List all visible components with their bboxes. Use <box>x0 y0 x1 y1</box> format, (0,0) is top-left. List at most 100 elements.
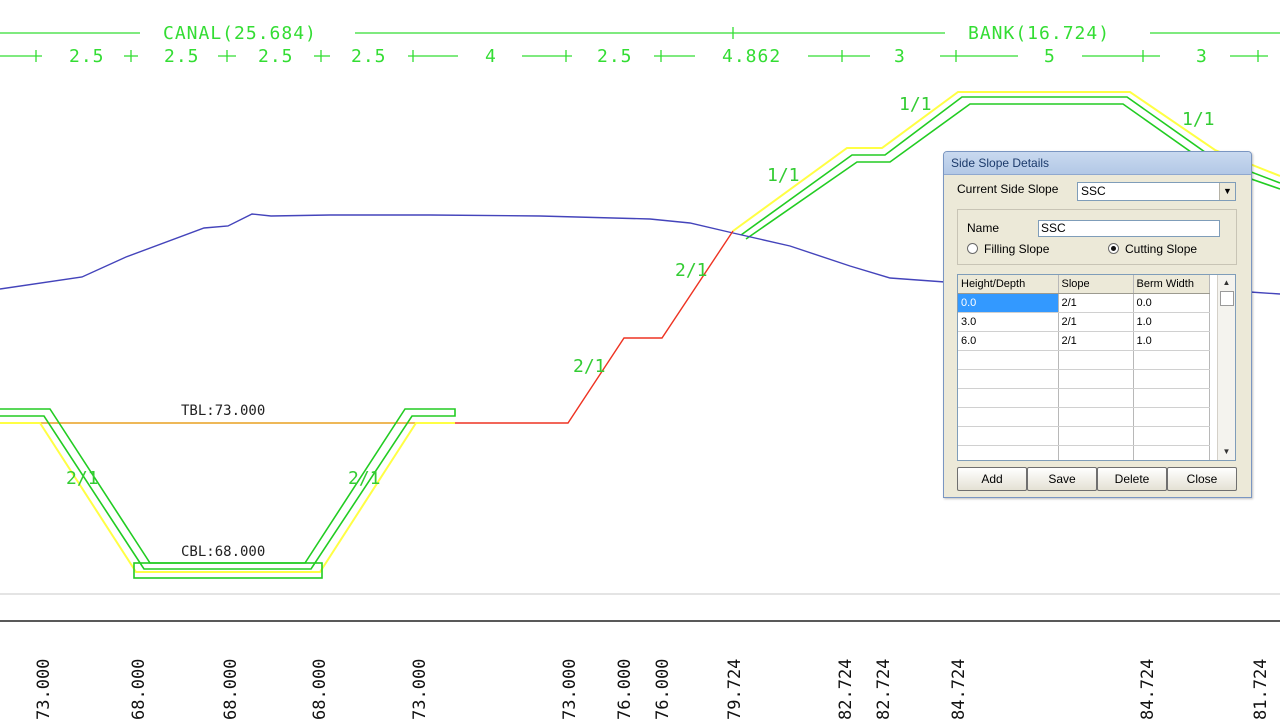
table-row[interactable] <box>958 350 1210 370</box>
table-cell[interactable] <box>1058 369 1134 389</box>
table-cell[interactable]: 1.0 <box>1133 312 1210 332</box>
table-cell[interactable] <box>1058 407 1134 427</box>
dialog-title[interactable]: Side Slope Details <box>944 152 1251 175</box>
table-cell[interactable]: 6.0 <box>958 331 1059 351</box>
elevation-row: 73.000 68.000 68.000 68.000 73.000 73.00… <box>34 659 1271 720</box>
table-cell[interactable] <box>958 407 1059 427</box>
segment-width-label: 3 <box>894 46 906 67</box>
save-button[interactable]: Save <box>1027 467 1097 491</box>
side-slope-dialog: Side Slope Details Current Side Slope SS… <box>943 151 1252 498</box>
segment-widths: 2.5 2.5 2.5 2.5 4 2.5 4.862 3 5 3 <box>69 46 1208 67</box>
canal-dimension-label: CANAL(25.684) <box>163 23 317 44</box>
table-cell[interactable]: 0.0 <box>1133 293 1210 313</box>
bank-dimension-label: BANK(16.724) <box>968 23 1110 44</box>
table-row[interactable]: 6.0 2/1 1.0 <box>958 331 1210 351</box>
slope-label-cut-lower: 2/1 <box>573 356 606 377</box>
add-button[interactable]: Add <box>957 467 1027 491</box>
current-side-slope-select[interactable]: SSC ▼ <box>1077 182 1236 201</box>
current-side-slope-value: SSC <box>1081 184 1106 198</box>
slope-label-cut-upper: 2/1 <box>675 260 708 281</box>
scroll-thumb[interactable] <box>1220 291 1234 306</box>
slope-table: Height/Depth Slope Berm Width 0.0 2/1 0.… <box>957 274 1236 461</box>
table-cell[interactable] <box>1058 350 1134 370</box>
table-cell[interactable] <box>1133 388 1210 408</box>
column-header[interactable]: Height/Depth <box>958 275 1059 294</box>
elevation-value: 79.724 <box>725 659 745 720</box>
elevation-value: 68.000 <box>310 659 330 720</box>
table-cell[interactable]: 2/1 <box>1058 293 1134 313</box>
elevation-value: 73.000 <box>34 659 54 720</box>
elevation-value: 68.000 <box>221 659 241 720</box>
elevation-value: 84.724 <box>949 659 969 720</box>
table-cell[interactable] <box>958 388 1059 408</box>
table-cell[interactable] <box>958 426 1059 446</box>
radio-off-icon <box>967 243 978 254</box>
elevation-value: 73.000 <box>560 659 580 720</box>
cbl-label: CBL:68.000 <box>181 544 265 560</box>
cutting-slope-label: Cutting Slope <box>1125 242 1198 256</box>
table-header-row: Height/Depth Slope Berm Width <box>958 275 1210 294</box>
elevation-value: 68.000 <box>129 659 149 720</box>
table-cell[interactable] <box>1133 445 1210 460</box>
current-side-slope-label: Current Side Slope <box>957 182 1059 196</box>
tbl-label: TBL:73.000 <box>181 403 265 419</box>
elevation-value: 82.724 <box>874 659 894 720</box>
table-cell[interactable] <box>1133 350 1210 370</box>
table-row[interactable] <box>958 445 1210 460</box>
table-row[interactable] <box>958 369 1210 389</box>
table-row[interactable] <box>958 407 1210 427</box>
table-cell[interactable]: 2/1 <box>1058 331 1134 351</box>
canal-bed-lining <box>133 562 323 579</box>
slope-label-bank-right: 1/1 <box>1182 109 1215 130</box>
table-scrollbar[interactable]: ▲ ▼ <box>1217 275 1235 460</box>
elevation-value: 84.724 <box>1138 659 1158 720</box>
segment-width-label: 2.5 <box>258 46 294 67</box>
radio-on-icon <box>1108 243 1119 254</box>
filling-slope-radio[interactable]: Filling Slope <box>967 242 1049 256</box>
name-input[interactable]: SSC <box>1038 220 1220 237</box>
table-cell[interactable] <box>1058 426 1134 446</box>
filling-slope-label: Filling Slope <box>984 242 1050 256</box>
slope-label-bank-upper: 1/1 <box>899 94 932 115</box>
segment-width-label: 3 <box>1196 46 1208 67</box>
name-label: Name <box>967 221 1000 235</box>
segment-width-label: 4.862 <box>722 46 781 67</box>
table-cell[interactable] <box>1133 407 1210 427</box>
table-cell[interactable]: 0.0 <box>958 293 1059 313</box>
table-cell[interactable] <box>958 445 1059 460</box>
elevation-value: 76.000 <box>615 659 635 720</box>
elevation-value: 81.724 <box>1251 659 1271 720</box>
chevron-down-icon[interactable]: ▼ <box>1219 183 1235 200</box>
cutting-slope-radio[interactable]: Cutting Slope <box>1108 242 1197 256</box>
table-cell[interactable] <box>1058 445 1134 460</box>
delete-button[interactable]: Delete <box>1097 467 1167 491</box>
table-cell[interactable] <box>1133 426 1210 446</box>
segment-width-label: 2.5 <box>69 46 105 67</box>
close-button[interactable]: Close <box>1167 467 1237 491</box>
segment-width-label: 2.5 <box>164 46 200 67</box>
scroll-up-icon[interactable]: ▲ <box>1218 275 1235 291</box>
scroll-down-icon[interactable]: ▼ <box>1218 444 1235 460</box>
segment-width-label: 4 <box>485 46 497 67</box>
slope-name-group: Name SSC Filling Slope Cutting Slope <box>957 209 1237 265</box>
table-cell[interactable] <box>958 350 1059 370</box>
column-header[interactable]: Berm Width <box>1133 275 1210 294</box>
table-cell[interactable]: 2/1 <box>1058 312 1134 332</box>
elevation-value: 76.000 <box>653 659 673 720</box>
table-row[interactable] <box>958 426 1210 446</box>
segment-width-label: 2.5 <box>351 46 387 67</box>
table-row[interactable]: 0.0 2/1 0.0 <box>958 293 1210 313</box>
table-cell[interactable]: 1.0 <box>1133 331 1210 351</box>
slope-grid: Height/Depth Slope Berm Width 0.0 2/1 0.… <box>958 275 1210 460</box>
table-cell[interactable] <box>1058 388 1134 408</box>
table-cell[interactable]: 3.0 <box>958 312 1059 332</box>
segment-width-label: 2.5 <box>597 46 633 67</box>
table-cell[interactable] <box>958 369 1059 389</box>
table-cell[interactable] <box>1133 369 1210 389</box>
column-header[interactable]: Slope <box>1058 275 1134 294</box>
slope-label-left-canal: 2/1 <box>66 468 99 489</box>
slope-label-right-canal: 2/1 <box>348 468 381 489</box>
table-row[interactable]: 3.0 2/1 1.0 <box>958 312 1210 332</box>
elevation-value: 73.000 <box>410 659 430 720</box>
table-row[interactable] <box>958 388 1210 408</box>
